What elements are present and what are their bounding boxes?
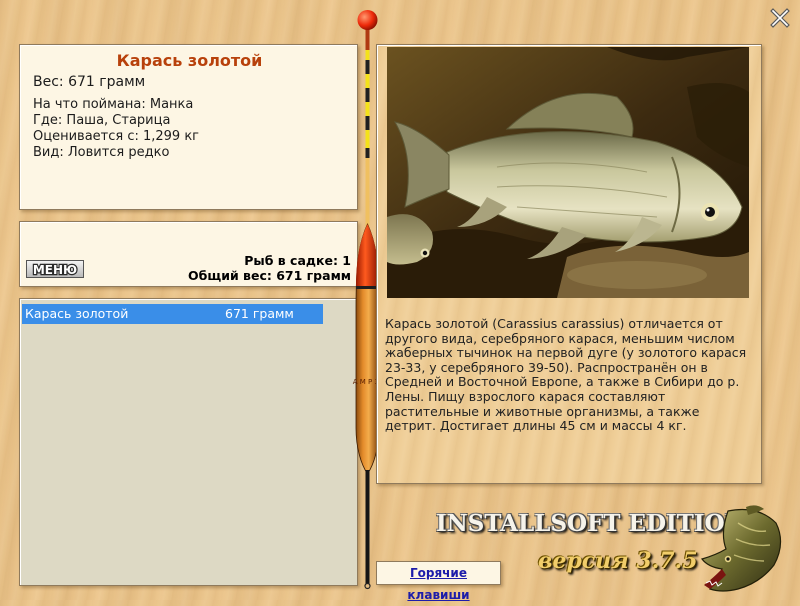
hotkeys-label: Горячие клавиши xyxy=(407,566,470,602)
species-rarity-line: Вид: Ловится редко xyxy=(33,145,170,160)
species-description: Карась золотой (Carassius carassius) отл… xyxy=(385,316,747,434)
fish-photo xyxy=(387,47,749,298)
fish-weight: Вес: 671 грамм xyxy=(33,74,146,90)
list-item-weight: 671 грамм xyxy=(225,306,294,321)
total-weight: Общий вес: 671 грамм xyxy=(188,268,351,283)
species-info-panel: Карась золотой (Carassius carassius) отл… xyxy=(376,44,762,484)
catch-list-panel: Карась золотой 671 грамм xyxy=(19,298,358,586)
fish-title: Карась золотой xyxy=(116,51,263,70)
crucian-carp-image xyxy=(387,47,749,298)
menu-button-label: МЕНЮ xyxy=(33,263,77,277)
version-label: версия 3.7.5 xyxy=(538,548,698,574)
fish-info-panel: Карась золотой Вес: 671 грамм На что пой… xyxy=(19,44,358,210)
catch-summary-panel: МЕНЮ Рыб в садке: 1 Общий вес: 671 грамм xyxy=(19,221,358,287)
close-x-icon[interactable] xyxy=(770,8,790,28)
fish-count: Рыб в садке: 1 xyxy=(244,253,351,268)
menu-button[interactable]: МЕНЮ xyxy=(26,260,84,278)
location-line: Где: Паша, Старица xyxy=(33,113,171,128)
bait-line: На что поймана: Манка xyxy=(33,97,194,112)
rated-from-line: Оценивается с: 1,299 кг xyxy=(33,129,200,144)
pike-logo-icon xyxy=(700,505,782,592)
hotkeys-button[interactable]: Горячие клавиши xyxy=(376,561,501,602)
list-item[interactable]: Карась золотой 671 грамм xyxy=(22,304,323,324)
catch-stats: Рыб в садке: 1 Общий вес: 671 грамм xyxy=(188,253,351,283)
list-item-name: Карась золотой xyxy=(25,306,129,321)
fish-details: На что поймана: Манка Где: Паша, Старица… xyxy=(33,97,199,161)
menu-label-graphic: МЕНЮ xyxy=(32,262,79,278)
